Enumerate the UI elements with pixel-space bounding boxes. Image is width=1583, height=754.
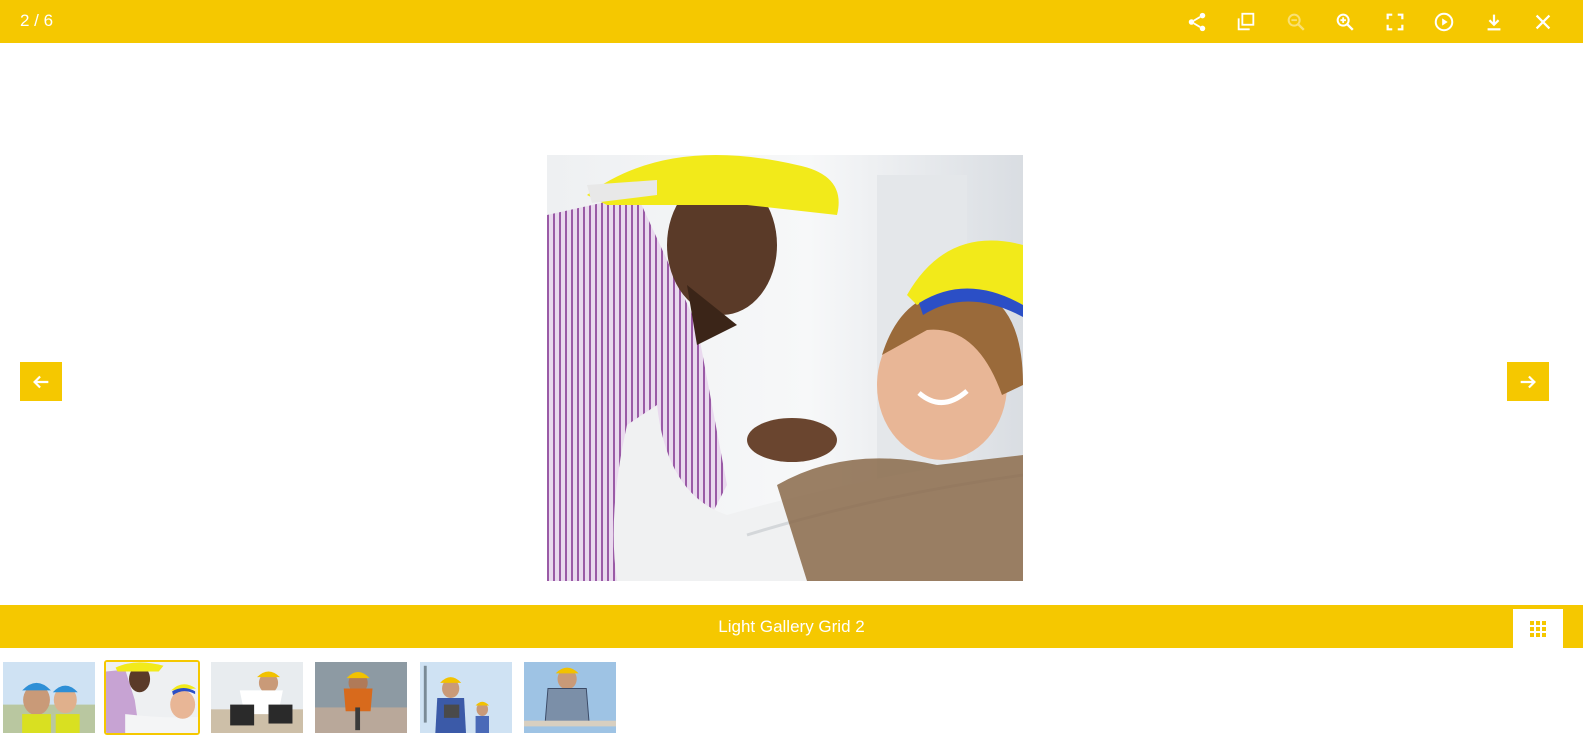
thumbnail-5[interactable] — [418, 660, 514, 735]
share-icon[interactable] — [1184, 9, 1210, 35]
close-icon[interactable] — [1530, 9, 1556, 35]
thumbnail-3[interactable] — [209, 660, 305, 735]
fullscreen-icon[interactable] — [1382, 9, 1408, 35]
grid-toggle-icon[interactable] — [1513, 609, 1563, 648]
thumbnail-2[interactable] — [104, 660, 200, 735]
slide-counter: 2 / 6 — [20, 11, 54, 30]
thumbnail-1[interactable] — [1, 660, 97, 735]
caption-bar: Light Gallery Grid 2 — [0, 605, 1583, 648]
main-photo — [547, 155, 1023, 581]
thumbnail-6[interactable] — [522, 660, 618, 735]
prev-arrow-icon[interactable] — [20, 362, 62, 401]
image-caption: Light Gallery Grid 2 — [718, 617, 865, 636]
zoom-out-icon[interactable] — [1283, 9, 1309, 35]
next-arrow-icon[interactable] — [1507, 362, 1549, 401]
thumbnail-4[interactable] — [313, 660, 409, 735]
thumbnail-strip — [0, 648, 1583, 754]
copy-icon[interactable] — [1233, 9, 1259, 35]
gallery-stage — [0, 43, 1583, 605]
download-icon[interactable] — [1481, 9, 1507, 35]
zoom-in-icon[interactable] — [1332, 9, 1358, 35]
gallery-toolbar: 2 / 6 — [0, 0, 1583, 43]
play-icon[interactable] — [1431, 9, 1457, 35]
